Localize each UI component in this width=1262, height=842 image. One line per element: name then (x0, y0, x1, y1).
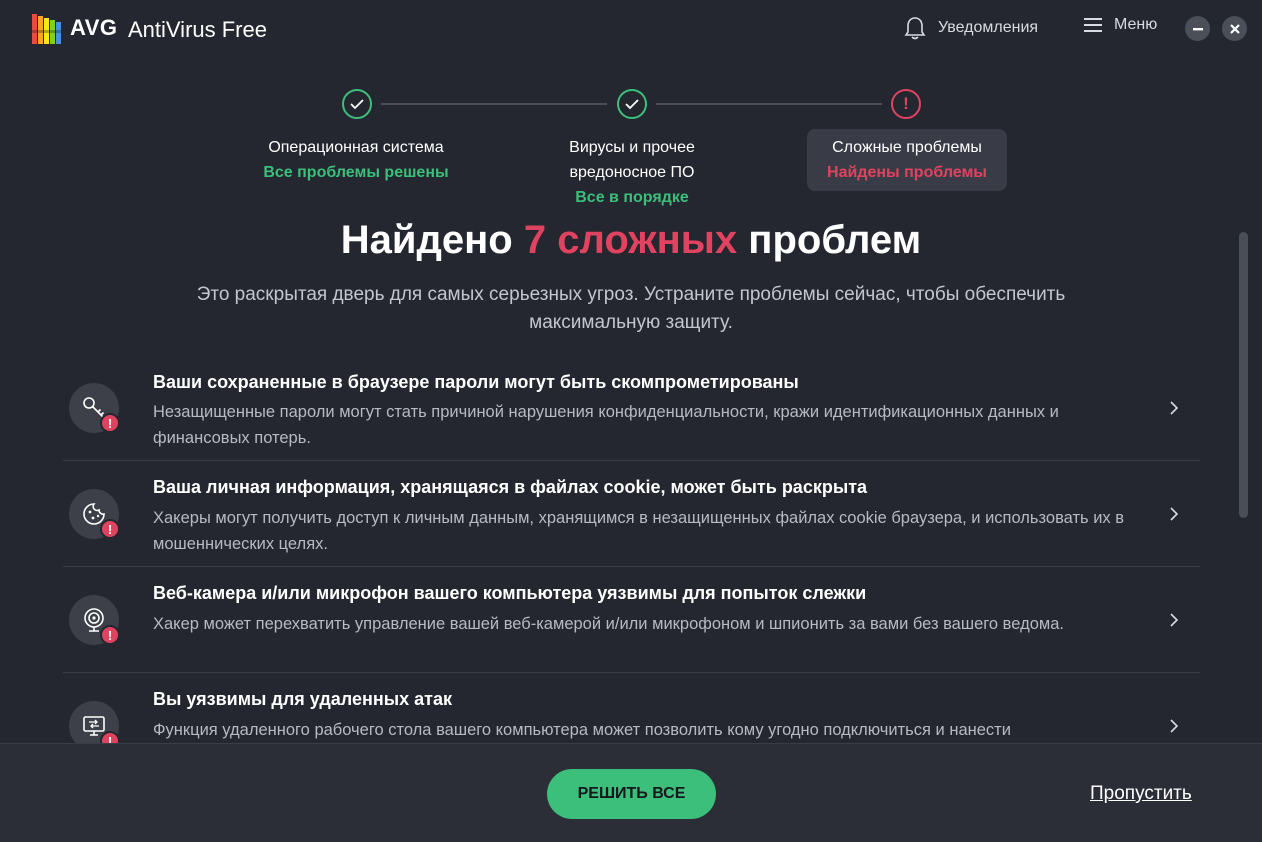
skip-link[interactable]: Пропустить (1090, 783, 1192, 805)
issue-description: Незащищенные пароли могут стать причиной… (153, 403, 1059, 447)
step-connector (381, 103, 607, 105)
issue-list: ! Ваши сохраненные в браузере пароли мог… (63, 355, 1200, 743)
step-viruses-title-line1: Вирусы и прочее (569, 139, 695, 156)
page-title: Найдено 7 сложных проблем (0, 218, 1262, 263)
title-highlight: 7 сложных (523, 218, 738, 262)
menu-button[interactable]: Меню (1084, 16, 1157, 34)
issue-title: Ваши сохраненные в браузере пароли могут… (153, 372, 799, 392)
alert-badge-icon: ! (100, 519, 120, 539)
avg-logo-icon (32, 14, 61, 44)
hamburger-icon (1084, 18, 1102, 32)
title-bar: AVG AntiVirus Free Уведомления Меню (0, 0, 1262, 60)
step-connector (656, 103, 882, 105)
issue-description: Функция удаленного рабочего стола вашего… (153, 721, 1011, 739)
scrollbar-thumb[interactable] (1239, 232, 1248, 518)
issue-row-webcam[interactable]: ! Веб-камера и/или микрофон вашего компь… (63, 567, 1200, 673)
close-button[interactable] (1222, 16, 1247, 41)
issue-row-passwords[interactable]: ! Ваши сохраненные в браузере пароли мог… (63, 355, 1200, 461)
issue-row-remote[interactable]: ! Вы уязвимы для удаленных атак Функция … (63, 673, 1200, 743)
page-subtitle: Это раскрытая дверь для самых серьезных … (196, 284, 1066, 333)
footer-bar: РЕШИТЬ ВСЕ Пропустить (0, 743, 1262, 842)
check-icon (350, 99, 364, 110)
close-icon (1229, 23, 1240, 34)
app-name: AntiVirus Free (128, 17, 267, 42)
alert-badge-icon: ! (100, 413, 120, 433)
step-advanced-title: Сложные проблемы (832, 139, 982, 156)
issue-title: Веб-камера и/или микрофон вашего компьют… (153, 583, 867, 603)
issue-title: Ваша личная информация, хранящаяся в фай… (153, 477, 868, 497)
step-viruses[interactable]: Вирусы и прочее вредоносное ПО Все в пор… (512, 135, 752, 210)
chevron-right-icon (1170, 613, 1179, 627)
notifications-button[interactable]: Уведомления (904, 16, 1038, 40)
issue-description: Хакеры могут получить доступ к личным да… (153, 509, 1125, 553)
logo-text: AVG (70, 15, 118, 40)
app-logo: AVG (30, 10, 118, 46)
step-viruses-status-icon (617, 89, 647, 119)
step-advanced-status: Найдены проблемы (827, 164, 987, 181)
chevron-right-icon (1170, 401, 1179, 415)
check-icon (625, 99, 639, 110)
notifications-label: Уведомления (938, 19, 1039, 36)
issue-title: Вы уязвимы для удаленных атак (153, 689, 452, 709)
chevron-right-icon (1170, 719, 1179, 733)
exclamation-icon: ! (903, 94, 909, 113)
step-os[interactable]: Операционная система Все проблемы решены (236, 135, 476, 185)
title-prefix: Найдено (340, 218, 513, 262)
step-os-status-icon (342, 89, 372, 119)
step-os-status: Все проблемы решены (263, 164, 449, 181)
step-os-title: Операционная система (268, 139, 444, 156)
fix-all-button[interactable]: РЕШИТЬ ВСЕ (547, 769, 716, 819)
issue-description: Хакер может перехватить управление вашей… (153, 615, 1064, 633)
bell-icon (904, 17, 926, 40)
title-suffix: проблем (748, 218, 922, 262)
step-viruses-title-line2: вредоносное ПО (569, 164, 695, 181)
step-viruses-status: Все в порядке (575, 189, 689, 206)
chevron-right-icon (1170, 507, 1179, 521)
alert-badge-icon: ! (100, 625, 120, 645)
step-advanced-status-icon: ! (891, 89, 921, 119)
menu-label: Меню (1114, 16, 1158, 33)
minimize-button[interactable] (1185, 16, 1210, 41)
minimize-icon (1192, 27, 1203, 30)
issue-row-cookies[interactable]: ! Ваша личная информация, хранящаяся в ф… (63, 461, 1200, 567)
step-advanced[interactable]: Сложные проблемы Найдены проблемы (807, 135, 1007, 185)
